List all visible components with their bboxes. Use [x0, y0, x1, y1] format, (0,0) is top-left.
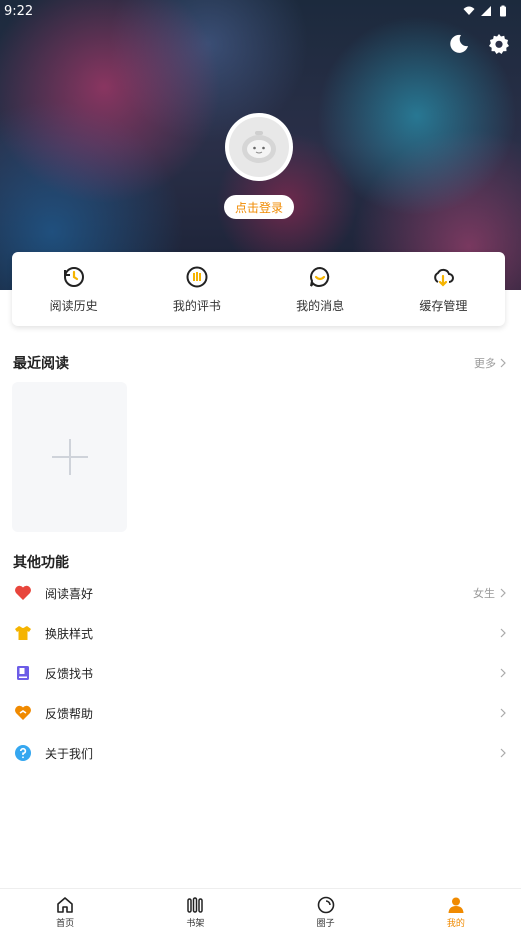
plus-icon	[51, 439, 88, 475]
chevron-right-icon	[500, 668, 506, 678]
quick-action-cache-management[interactable]: 缓存管理	[393, 265, 493, 314]
func-item-feedback-help[interactable]: 反馈帮助	[0, 693, 521, 733]
add-book-button[interactable]	[12, 382, 127, 532]
recent-reading-title: 最近阅读	[13, 356, 69, 372]
night-mode-icon[interactable]	[447, 32, 471, 56]
question-icon	[15, 745, 31, 761]
message-icon	[310, 266, 330, 287]
bookshelf-icon	[187, 896, 204, 913]
func-item-skin-style[interactable]: 换肤样式	[0, 613, 521, 653]
nav-tab-circle[interactable]: 圈子	[286, 895, 366, 929]
status-time: 9:22	[4, 3, 34, 19]
recent-more-link[interactable]: 更多	[474, 355, 507, 371]
quick-action-label: 阅读历史	[49, 298, 98, 313]
nav-tab-label: 书架	[186, 918, 205, 929]
func-item-label: 关于我们	[45, 746, 94, 761]
nav-tab-label: 圈子	[316, 918, 335, 929]
signal-icon	[481, 6, 491, 16]
quick-action-my-messages[interactable]: 我的消息	[270, 265, 370, 314]
nav-tab-label: 我的	[446, 918, 465, 929]
quick-action-label: 我的评书	[172, 298, 221, 313]
other-functions-title: 其他功能	[13, 555, 69, 571]
battery-icon	[500, 5, 506, 17]
circle-icon	[317, 896, 334, 913]
robot-avatar-icon	[242, 131, 276, 163]
status-bar: 9:22	[0, 0, 521, 22]
nav-tab-bookshelf[interactable]: 书架	[155, 895, 235, 929]
func-item-label: 阅读喜好	[45, 586, 94, 601]
quick-action-my-reviews[interactable]: 我的评书	[147, 265, 247, 314]
shirt-icon	[15, 626, 31, 640]
chevron-right-icon	[500, 708, 506, 718]
login-button[interactable]: 点击登录	[224, 195, 294, 219]
other-functions-list: 阅读喜好 女生 换肤样式 反馈找书 反馈帮助 关于我们	[0, 573, 521, 773]
func-item-feedback-find-book[interactable]: 反馈找书	[0, 653, 521, 693]
wifi-icon	[463, 6, 475, 15]
nav-tab-home[interactable]: 首页	[25, 895, 105, 929]
book-icon	[17, 666, 29, 680]
avatar[interactable]	[225, 113, 293, 181]
cloud-download-icon	[434, 268, 455, 287]
chevron-right-icon	[500, 748, 506, 758]
chevron-right-icon	[500, 358, 506, 368]
func-item-label: 反馈找书	[45, 666, 94, 681]
settings-gear-icon[interactable]	[487, 32, 511, 56]
func-item-reading-preference[interactable]: 阅读喜好 女生	[0, 573, 521, 613]
heart-icon	[15, 585, 31, 600]
quick-action-reading-history[interactable]: 阅读历史	[24, 265, 124, 314]
func-item-about-us[interactable]: 关于我们	[0, 733, 521, 773]
bottom-navigation: 首页 书架 圈子 我的	[0, 888, 521, 934]
quick-action-label: 我的消息	[296, 298, 345, 313]
func-item-label: 换肤样式	[45, 626, 94, 641]
more-label: 更多	[474, 357, 496, 370]
quick-actions-card: 阅读历史 我的评书 我的消息 缓存管理	[12, 252, 505, 326]
quick-action-label: 缓存管理	[419, 298, 468, 313]
func-item-label: 反馈帮助	[45, 706, 94, 721]
chevron-right-icon	[500, 628, 506, 638]
home-icon	[57, 896, 73, 913]
history-icon	[63, 266, 84, 287]
review-icon	[186, 266, 208, 287]
chevron-right-icon	[500, 588, 506, 598]
profile-icon	[448, 897, 464, 913]
heart-help-icon	[15, 705, 31, 720]
nav-tab-profile[interactable]: 我的	[416, 895, 496, 929]
func-item-value: 女生	[473, 587, 495, 600]
nav-tab-label: 首页	[56, 918, 75, 929]
